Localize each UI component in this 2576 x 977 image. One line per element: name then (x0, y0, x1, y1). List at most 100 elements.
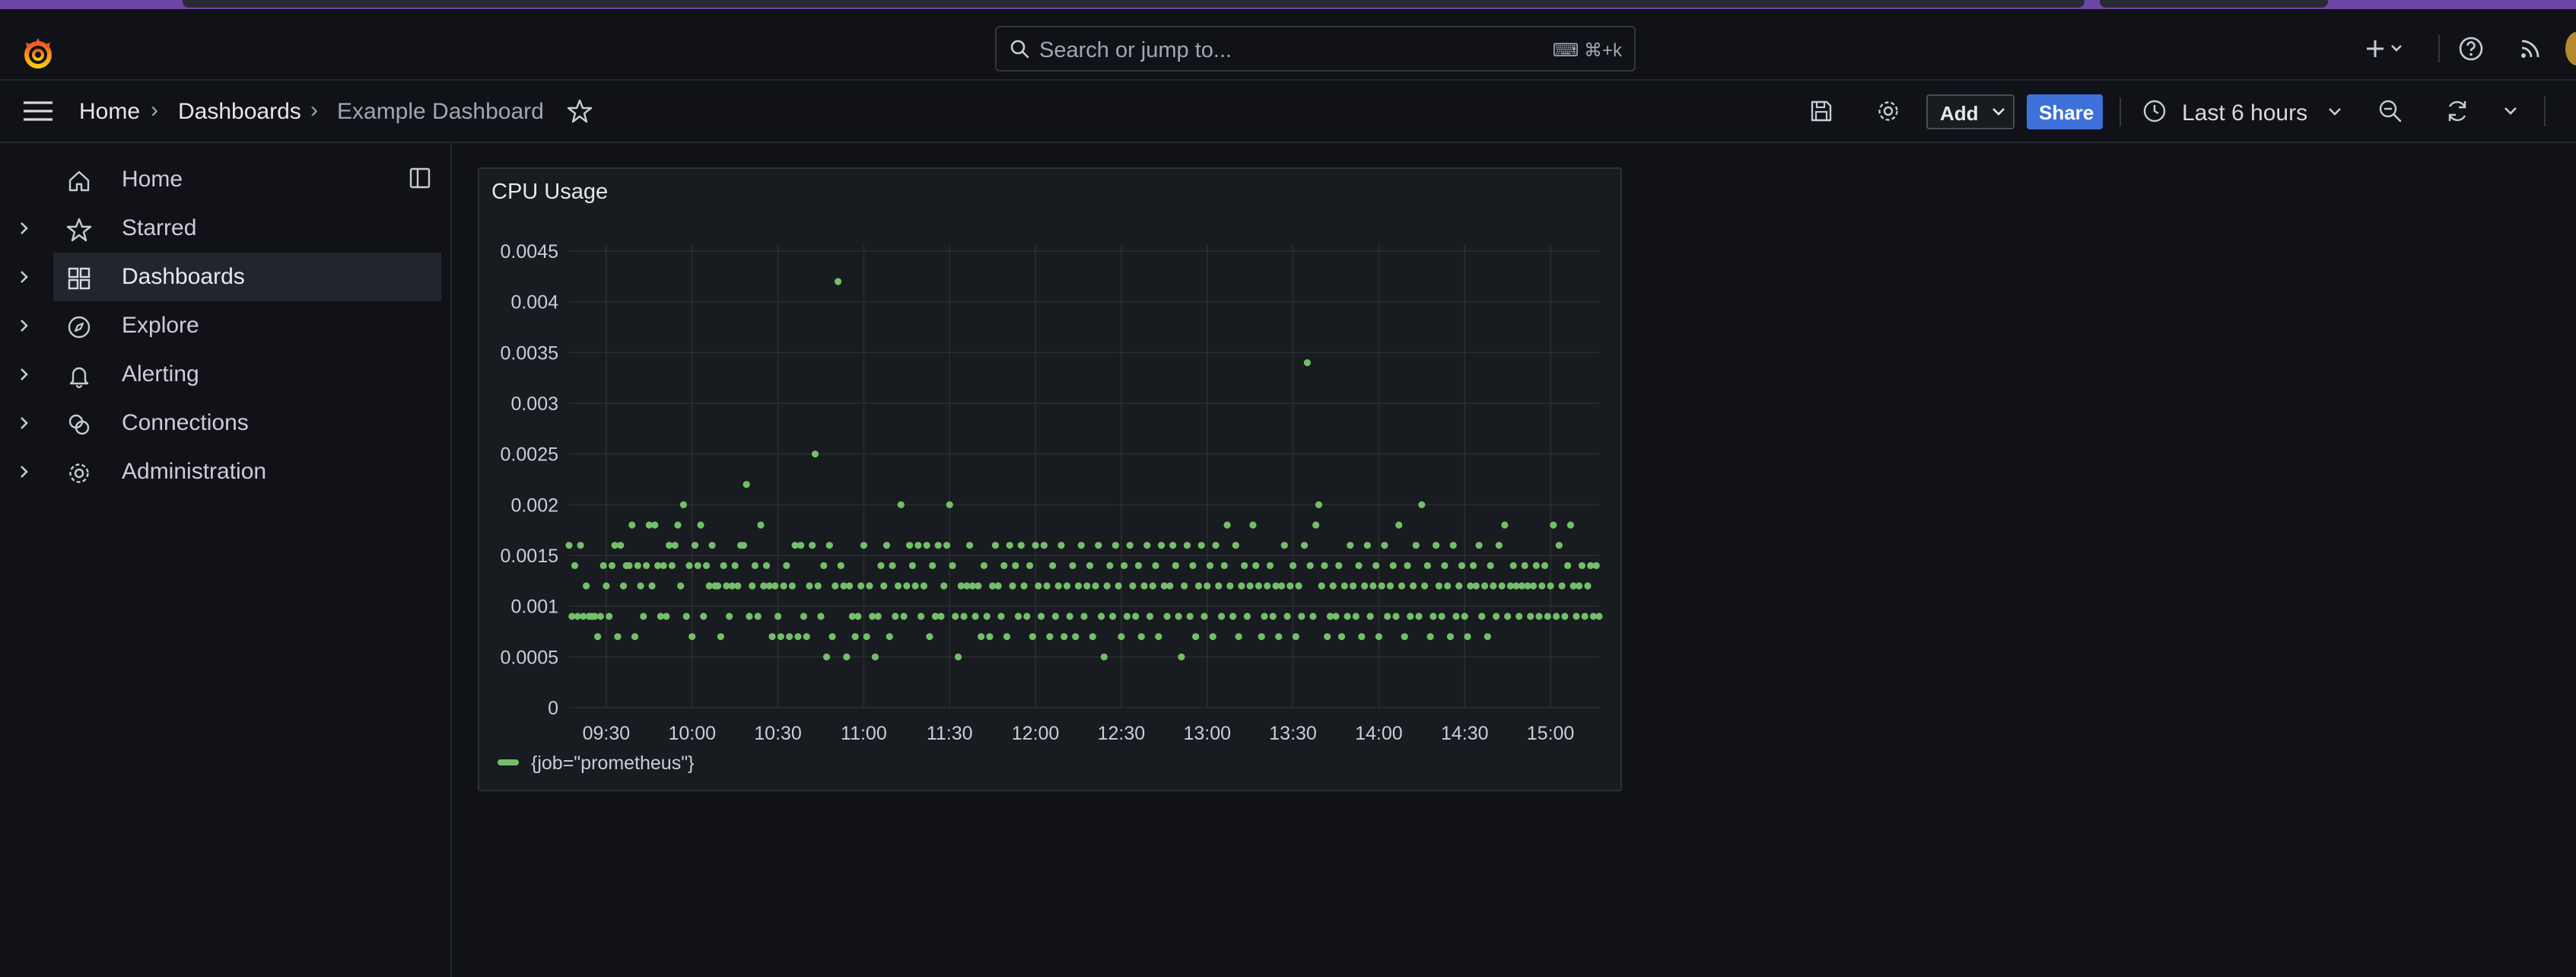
data-point (1043, 582, 1051, 590)
plus-icon[interactable] (2363, 33, 2409, 64)
data-point (1261, 613, 1268, 620)
data-point (1204, 582, 1211, 590)
data-point (946, 501, 953, 508)
data-point (1527, 613, 1534, 620)
data-point (682, 613, 690, 620)
rss-icon[interactable] (2515, 33, 2546, 64)
sidebar-item-administration[interactable]: Administration (0, 447, 441, 496)
data-point (637, 582, 644, 590)
share-button[interactable]: Share (2027, 94, 2103, 129)
grafana-logo-icon[interactable] (17, 32, 59, 75)
chevron-right-icon[interactable] (14, 266, 35, 288)
sidebar-item-connections[interactable]: Connections (0, 399, 441, 447)
chevron-right-icon[interactable] (14, 461, 35, 482)
save-icon[interactable] (1806, 96, 1837, 126)
data-point (1149, 582, 1156, 590)
data-point (1097, 613, 1105, 620)
data-point (1197, 542, 1205, 549)
data-point (1077, 542, 1085, 549)
share-button-label: Share (2039, 101, 2094, 124)
search-input[interactable]: Search or jump to... ⌨ ⌘+k (995, 26, 1636, 72)
data-point (708, 542, 716, 549)
data-point (1266, 562, 1274, 569)
y-tick-label: 0.0035 (501, 342, 558, 364)
chevron-right-icon[interactable] (14, 315, 35, 336)
data-point (1461, 613, 1468, 620)
data-point (1332, 613, 1340, 620)
data-point (1321, 562, 1328, 569)
data-point (1584, 582, 1592, 590)
add-button[interactable]: Add (1926, 94, 2015, 129)
data-point (1178, 653, 1185, 660)
sidebar-item-alerting[interactable]: Alerting (0, 350, 441, 399)
chevron-right-icon[interactable] (14, 218, 35, 239)
data-point (1444, 582, 1452, 590)
data-point (1544, 613, 1551, 620)
keyboard-icon: ⌨ (1552, 40, 1584, 61)
data-point (1458, 562, 1466, 569)
data-point (786, 633, 793, 641)
data-point (1123, 613, 1131, 620)
data-point (599, 562, 607, 569)
data-point (1049, 562, 1057, 569)
data-point (1072, 633, 1080, 641)
data-point (1269, 613, 1277, 620)
data-point (874, 613, 882, 620)
star-icon[interactable] (564, 96, 595, 126)
breadcrumb-dashboards[interactable]: Dashboards (178, 99, 301, 125)
data-point (997, 613, 1005, 620)
data-point (1100, 653, 1108, 660)
data-point (1035, 582, 1042, 590)
data-point (1521, 562, 1528, 569)
time-picker[interactable]: Last 6 hours (2138, 91, 2351, 132)
data-point (1564, 562, 1572, 569)
data-point (717, 633, 724, 641)
data-point (949, 562, 956, 569)
data-point (1384, 613, 1391, 620)
data-point (768, 633, 776, 641)
data-point (1495, 542, 1503, 549)
data-point (903, 582, 911, 590)
data-point (1449, 542, 1457, 549)
data-point (1550, 521, 1557, 529)
chart: 0 0.0005 0.001 0.0015 0.002 0.0025 0.003 0.0035… (498, 241, 1603, 774)
chevron-down-icon (2329, 108, 2341, 116)
data-point (762, 562, 771, 569)
panel-cpu-usage[interactable]: CPU Usage 0 0.0005 0.001 0.0015 0.002 0.0025 0… (478, 167, 1622, 791)
sidebar-item-dashboards[interactable]: Dashboards (53, 253, 441, 301)
divider (2438, 35, 2440, 62)
data-point (1014, 613, 1022, 620)
data-point (1243, 613, 1251, 620)
data-point (1241, 562, 1248, 569)
sidebar-item-home[interactable]: Home (0, 155, 441, 204)
help-icon[interactable] (2456, 33, 2486, 64)
data-point (1366, 613, 1374, 620)
menu-icon[interactable] (18, 96, 58, 126)
chevron-right-icon[interactable] (14, 412, 35, 434)
data-point (1000, 562, 1008, 569)
breadcrumb-home[interactable]: Home (79, 99, 140, 125)
data-point (1280, 542, 1288, 549)
zoom-out-icon[interactable] (2375, 96, 2406, 126)
gear-icon[interactable] (1873, 96, 1903, 126)
data-point (845, 582, 854, 590)
data-point (628, 521, 636, 529)
refresh-icon[interactable] (2442, 96, 2473, 126)
data-point (883, 542, 891, 549)
avatar[interactable] (2565, 32, 2576, 65)
star-icon (64, 215, 94, 245)
grid-icon (64, 263, 94, 294)
x-tick-label: 13:00 (1183, 723, 1231, 744)
sidebar-item-explore[interactable]: Explore (0, 301, 441, 350)
data-point (1389, 562, 1397, 569)
data-point (754, 613, 762, 620)
sidebar-item-starred[interactable]: Starred (0, 204, 441, 253)
data-point (1194, 582, 1203, 590)
data-point (1552, 613, 1560, 620)
chevron-right-icon[interactable] (14, 364, 35, 385)
y-tick-label: 0.0005 (501, 647, 558, 668)
chevron-down-icon[interactable] (2500, 100, 2521, 122)
data-point (1409, 582, 1417, 590)
data-point (702, 562, 711, 569)
y-tick-label: 0.0045 (501, 241, 558, 263)
